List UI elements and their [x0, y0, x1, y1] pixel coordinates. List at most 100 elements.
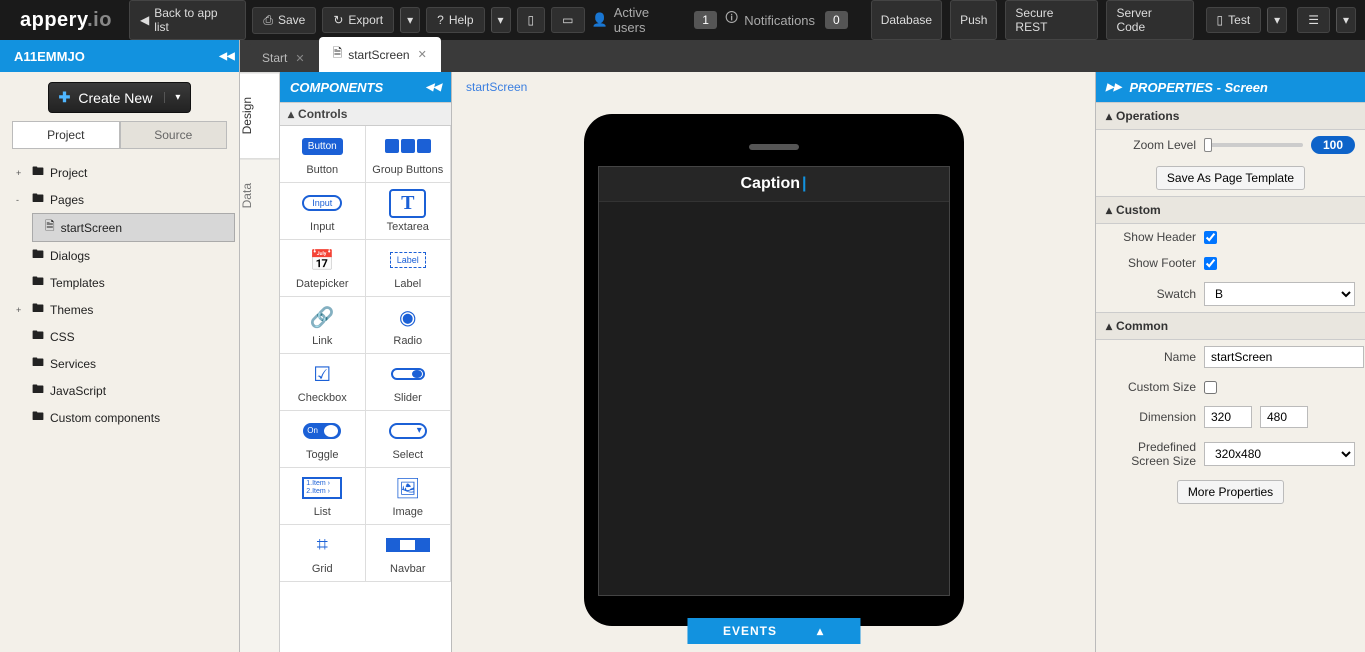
phone-icon: ▯: [1217, 13, 1224, 27]
more-properties-button[interactable]: More Properties: [1177, 480, 1284, 504]
comp-input[interactable]: InputInput: [280, 183, 366, 240]
bell-icon: 🛈: [725, 9, 738, 31]
sidebar-collapse-button[interactable]: ◀◀: [215, 40, 239, 72]
components-palette: COMPONENTS ◀◀ ▴Controls ButtonButton Gro…: [280, 72, 452, 652]
navbar-icon: [370, 531, 447, 559]
section-custom[interactable]: ▴Custom: [1096, 196, 1365, 224]
comp-group-buttons[interactable]: Group Buttons: [366, 126, 452, 183]
predefined-size-select[interactable]: 320x480: [1204, 442, 1355, 466]
custom-size-label: Custom Size: [1106, 380, 1196, 394]
design-canvas: startScreen Caption| EVENTS ▴: [452, 72, 1095, 652]
slider-thumb[interactable]: [1204, 138, 1212, 152]
tree-node-css[interactable]: 🖿CSS: [4, 323, 235, 350]
radio-icon: ◉: [370, 303, 447, 331]
expand-icon[interactable]: +: [16, 305, 26, 315]
zoom-slider[interactable]: [1204, 143, 1303, 147]
link-icon: 🔗: [284, 303, 361, 331]
breadcrumb[interactable]: startScreen: [452, 72, 1095, 102]
comp-select[interactable]: ▾Select: [366, 411, 452, 468]
save-template-button[interactable]: Save As Page Template: [1156, 166, 1305, 190]
comp-toggle[interactable]: OnToggle: [280, 411, 366, 468]
properties-panel: ▶▶ PROPERTIES - Screen ▴Operations Zoom …: [1095, 72, 1365, 652]
tab-source[interactable]: Source: [120, 121, 228, 148]
properties-expand-button[interactable]: ▶▶: [1106, 82, 1121, 93]
user-icon: 👤: [592, 12, 608, 28]
comp-button[interactable]: ButtonButton: [280, 126, 366, 183]
tree-node-dialogs[interactable]: 🖿Dialogs: [4, 242, 235, 269]
show-header-label: Show Header: [1106, 230, 1196, 244]
file-icon: 🗎: [45, 217, 55, 238]
page-tabs: Start✕ 🗎startScreen✕: [240, 40, 1365, 72]
create-new-button[interactable]: ✚ Create New ▾: [48, 82, 192, 113]
tree-node-templates[interactable]: 🖿Templates: [4, 269, 235, 296]
tree-node-custom-components[interactable]: 🖿Custom components: [4, 404, 235, 431]
close-icon[interactable]: ✕: [418, 48, 427, 61]
tree-node-javascript[interactable]: 🖿JavaScript: [4, 377, 235, 404]
tree-node-project[interactable]: +🖿Project: [4, 159, 235, 186]
comp-image[interactable]: 🖼Image: [366, 468, 452, 525]
palette-collapse-button[interactable]: ◀◀: [426, 82, 441, 93]
comp-list[interactable]: 1.Item ›2.Item ›List: [280, 468, 366, 525]
sidebar-tabs: Project Source: [12, 121, 227, 149]
predefined-label: Predefined Screen Size: [1106, 440, 1196, 468]
help-dropdown[interactable]: ▾: [491, 7, 511, 33]
file-icon: 🗎: [333, 44, 343, 65]
tab-start[interactable]: Start✕: [248, 44, 319, 72]
service-links: Database Push Secure REST Server Code: [868, 0, 1197, 40]
vtab-data[interactable]: Data: [240, 158, 279, 232]
comp-navbar[interactable]: Navbar: [366, 525, 452, 582]
show-footer-label: Show Footer: [1106, 256, 1196, 270]
comp-slider[interactable]: Slider: [366, 354, 452, 411]
dim-width-input[interactable]: [1204, 406, 1252, 428]
preview-phone-button[interactable]: ▯: [517, 7, 546, 33]
image-icon: 🖼: [370, 474, 447, 502]
tree-node-pages[interactable]: -🖿Pages: [4, 186, 235, 213]
comp-textarea[interactable]: TTextarea: [366, 183, 452, 240]
events-panel-toggle[interactable]: EVENTS ▴: [687, 618, 860, 644]
tree-node-services[interactable]: 🖿Services: [4, 350, 235, 377]
active-users-status: 👤 Active users 1: [592, 5, 717, 35]
tab-startscreen[interactable]: 🗎startScreen✕: [319, 37, 441, 72]
comp-datepicker[interactable]: 📅Datepicker: [280, 240, 366, 297]
cursor-caret: |: [802, 175, 806, 192]
link-server-code[interactable]: Server Code: [1106, 0, 1193, 40]
menu-dropdown[interactable]: ▾: [1336, 7, 1356, 33]
textarea-icon: T: [370, 189, 447, 217]
export-dropdown[interactable]: ▾: [400, 7, 420, 33]
show-footer-checkbox[interactable]: [1204, 257, 1217, 270]
link-push[interactable]: Push: [950, 0, 997, 40]
link-database[interactable]: Database: [871, 0, 942, 40]
link-secure-rest[interactable]: Secure REST: [1005, 0, 1098, 40]
name-input[interactable]: [1204, 346, 1364, 368]
dim-height-input[interactable]: [1260, 406, 1308, 428]
expand-icon[interactable]: +: [16, 168, 26, 178]
menu-button[interactable]: ☰: [1297, 7, 1330, 33]
swatch-select[interactable]: B: [1204, 282, 1355, 306]
close-icon[interactable]: ✕: [295, 52, 304, 65]
section-common[interactable]: ▴Common: [1096, 312, 1365, 340]
section-operations[interactable]: ▴Operations: [1096, 102, 1365, 130]
comp-grid[interactable]: ⌗Grid: [280, 525, 366, 582]
preview-tablet-button[interactable]: ▭: [551, 7, 584, 33]
comp-link[interactable]: 🔗Link: [280, 297, 366, 354]
help-button[interactable]: ?Help: [426, 7, 484, 33]
palette-section-controls[interactable]: ▴Controls: [280, 102, 451, 126]
comp-radio[interactable]: ◉Radio: [366, 297, 452, 354]
save-button[interactable]: ⎙Save: [252, 7, 316, 34]
show-header-checkbox[interactable]: [1204, 231, 1217, 244]
test-dropdown[interactable]: ▾: [1267, 7, 1287, 33]
vtab-design[interactable]: Design: [240, 72, 279, 158]
plus-icon: ✚: [59, 89, 71, 106]
comp-checkbox[interactable]: ☑Checkbox: [280, 354, 366, 411]
export-button[interactable]: ↻Export: [322, 7, 394, 33]
device-screen[interactable]: Caption|: [598, 166, 950, 596]
tab-project[interactable]: Project: [12, 121, 120, 148]
test-button[interactable]: ▯Test: [1206, 7, 1262, 33]
custom-size-checkbox[interactable]: [1204, 381, 1217, 394]
collapse-icon[interactable]: -: [16, 195, 26, 205]
tree-node-themes[interactable]: +🖿Themes: [4, 296, 235, 323]
back-button[interactable]: ◀Back to app list: [129, 0, 246, 40]
comp-label[interactable]: LabelLabel: [366, 240, 452, 297]
tree-node-startscreen[interactable]: 🗎startScreen: [32, 213, 235, 242]
screen-header[interactable]: Caption|: [599, 167, 949, 202]
